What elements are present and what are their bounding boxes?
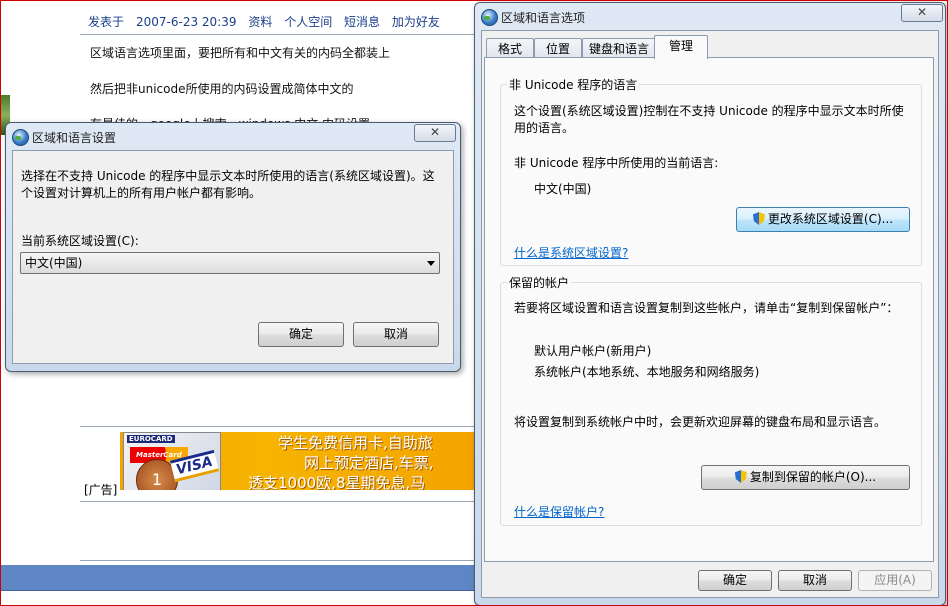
tab-keyboard-language[interactable]: 键盘和语言 xyxy=(582,38,656,59)
dialog-description: 选择在不支持 Unicode 的程序中显示文本时所使用的语言(系统区域设置)。这 xyxy=(21,169,435,183)
page-footer-bar xyxy=(0,565,474,590)
page-footer-strip xyxy=(0,590,474,605)
tab-format[interactable]: 格式 xyxy=(486,38,534,59)
personal-space-link[interactable]: 个人空间 xyxy=(284,15,332,29)
dialog-description: 个设置对计算机上的所有用户帐户都有影响。 xyxy=(21,186,262,200)
chevron-down-icon xyxy=(427,261,435,266)
credit-card-image: EUROCARD MasterCard 1 VISA xyxy=(123,432,221,490)
post-date: 发表于 2007-6-23 20:39 xyxy=(88,15,237,29)
current-locale-label: 当前系统区域设置(C): xyxy=(21,234,139,248)
cancel-button[interactable]: 取消 xyxy=(778,570,852,591)
ad-text-line: 网上预定酒店,车票, xyxy=(304,454,434,472)
copy-to-reserved-label: 复制到保留的帐户(O)... xyxy=(749,470,877,484)
what-is-reserved-account-link[interactable]: 什么是保留帐户? xyxy=(514,503,604,520)
divider xyxy=(80,426,474,427)
apply-button[interactable]: 应用(A) xyxy=(858,570,932,591)
divider xyxy=(80,501,474,502)
shield-icon xyxy=(734,470,747,483)
close-button[interactable]: ✕ xyxy=(414,124,456,142)
post-text-line: 区域语言选项里面，要把所有和中文有关的内码全都装上 xyxy=(90,46,391,60)
change-system-locale-button[interactable]: 更改系统区域设置(C)... xyxy=(736,207,910,232)
what-is-system-locale-link[interactable]: 什么是系统区域设置? xyxy=(514,244,628,261)
change-system-locale-label: 更改系统区域设置(C)... xyxy=(767,212,894,226)
shield-icon xyxy=(752,212,765,225)
tab-administrative[interactable]: 管理 xyxy=(654,35,708,59)
ad-text-line: 学生免费信用卡,自助旅 xyxy=(278,434,433,452)
globe-icon xyxy=(12,129,29,146)
group-label: 非 Unicode 程序的语言 xyxy=(507,76,640,93)
ad-text-line: 透支1000欧,8星期免息,马 xyxy=(248,474,426,490)
ad-banner[interactable]: EUROCARD MasterCard 1 VISA 学生免费信用卡,自助旅 网… xyxy=(120,432,474,490)
reserved-accounts-note: 将设置复制到系统帐户中时，会更新欢迎屏幕的键盘布局和显示语言。 xyxy=(514,415,887,429)
group-label: 保留的帐户 xyxy=(507,274,572,291)
cancel-button[interactable]: 取消 xyxy=(353,322,439,347)
dialog-title: 区域和语言选项 xyxy=(501,11,586,25)
copy-to-reserved-button[interactable]: 复制到保留的帐户(O)... xyxy=(701,465,910,490)
current-language-label: 非 Unicode 程序中所使用的当前语言: xyxy=(514,156,719,170)
divider xyxy=(80,34,474,35)
reserved-accounts-description: 若要将区域设置和语言设置复制到这些帐户，请单击“复制到保留帐户”： xyxy=(514,301,899,315)
add-friend-link[interactable]: 加为好友 xyxy=(392,15,440,29)
account-item: 系统帐户(本地系统、本地服务和网络服务) xyxy=(534,365,760,379)
globe-icon xyxy=(481,9,498,26)
dialog-title: 区域和语言设置 xyxy=(32,131,117,145)
profile-link[interactable]: 资料 xyxy=(248,15,272,29)
post-text-line: 然后把非unicode所使用的内码设置成简体中文的 xyxy=(90,82,354,96)
system-locale-value: 中文(中国) xyxy=(25,256,83,270)
message-link[interactable]: 短消息 xyxy=(344,15,380,29)
eurocard-logo: EUROCARD xyxy=(127,435,175,443)
divider xyxy=(80,560,474,561)
close-button[interactable]: ✕ xyxy=(901,4,943,22)
ad-label: [广告] xyxy=(84,483,118,497)
non-unicode-description: 用的语言。 xyxy=(514,121,575,135)
non-unicode-description: 这个设置(系统区域设置)控制在不支持 Unicode 的程序中显示文本时所使 xyxy=(514,104,904,118)
post-meta: 发表于 2007-6-23 20:39 资料 个人空间 短消息 加为好友 xyxy=(88,13,448,30)
ok-button[interactable]: 确定 xyxy=(698,570,772,591)
ok-button[interactable]: 确定 xyxy=(258,322,344,347)
tab-location[interactable]: 位置 xyxy=(534,38,582,59)
system-locale-select[interactable]: 中文(中国) xyxy=(20,252,440,274)
account-item: 默认用户帐户(新用户) xyxy=(534,344,652,358)
current-language-value: 中文(中国) xyxy=(534,182,592,196)
